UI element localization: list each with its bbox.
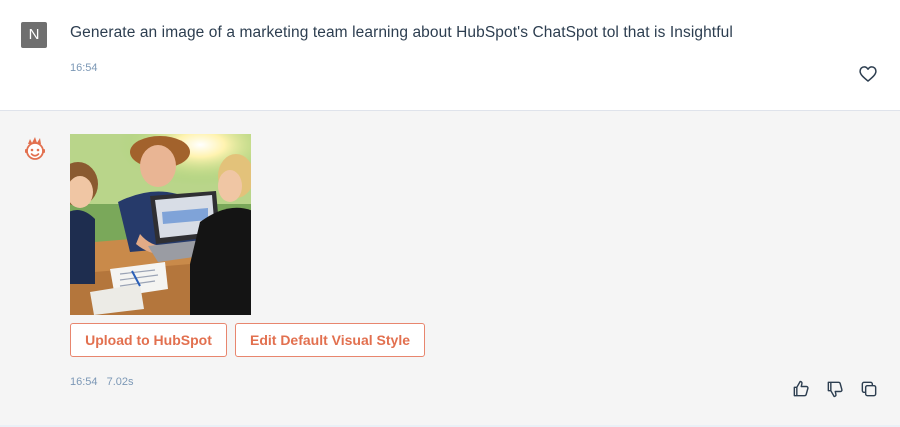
user-avatar: N <box>21 22 47 48</box>
upload-to-hubspot-button[interactable]: Upload to HubSpot <box>70 323 227 357</box>
bot-message: Upload to HubSpot Edit Default Visual St… <box>0 111 900 425</box>
edit-visual-style-button[interactable]: Edit Default Visual Style <box>235 323 425 357</box>
prompt-text: Generate an image of a marketing team le… <box>70 24 733 41</box>
user-message-time: 16:54 <box>70 62 98 74</box>
response-duration: 7.02s <box>106 376 134 388</box>
bot-message-time: 16:54 <box>70 376 98 388</box>
bot-message-meta: 16:54 7.02s <box>70 376 134 388</box>
thumbs-down-icon[interactable] <box>825 379 845 399</box>
user-message: N Generate an image of a marketing team … <box>0 0 900 110</box>
chatspot-bot-icon <box>25 137 45 160</box>
copy-icon[interactable] <box>859 379 879 399</box>
heart-icon[interactable] <box>858 64 878 84</box>
thumbs-up-icon[interactable] <box>791 379 811 399</box>
generated-image[interactable] <box>70 134 251 315</box>
